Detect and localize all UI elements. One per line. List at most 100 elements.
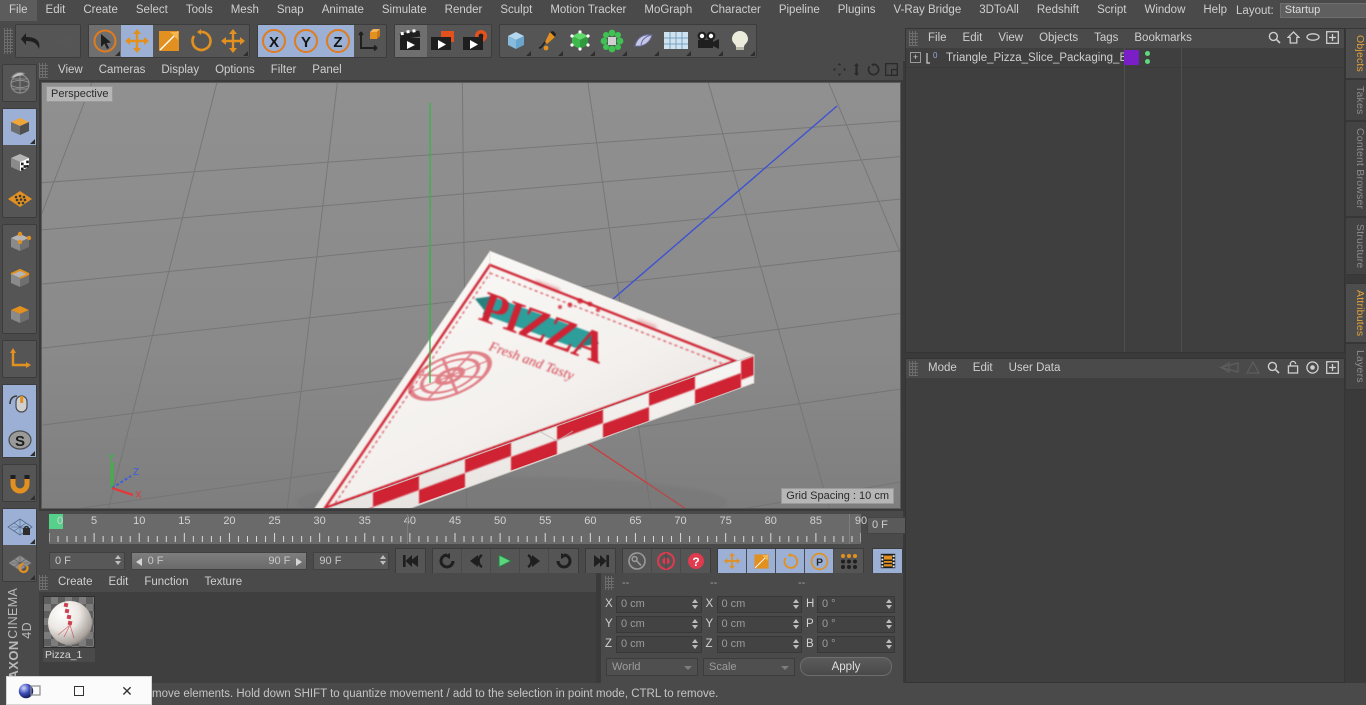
menu-item-mesh[interactable]: Mesh <box>222 0 268 21</box>
menu-item-simulate[interactable]: Simulate <box>373 0 436 21</box>
timeline-ruler[interactable]: 0 5 10 15 20 25 30 35 40 45 50 55 60 65 70 75 80 85 90 <box>49 514 867 544</box>
restore-icon[interactable] <box>55 676 103 705</box>
material-manager-grip[interactable] <box>39 575 48 590</box>
points-mode-button[interactable] <box>3 225 36 261</box>
object-menu-bookmarks[interactable]: Bookmarks <box>1126 29 1200 48</box>
polygons-mode-button[interactable] <box>3 297 36 333</box>
material-menu-edit[interactable]: Edit <box>101 573 137 592</box>
undo-button[interactable] <box>16 25 48 57</box>
spinner-icon[interactable] <box>692 598 699 610</box>
snap-settings-button[interactable]: S <box>3 421 36 457</box>
object-menu-objects[interactable]: Objects <box>1031 29 1086 48</box>
tool-options-corner[interactable] <box>558 51 563 56</box>
play-backwards-loop-button[interactable] <box>433 549 463 573</box>
pan-icon[interactable] <box>833 62 846 79</box>
coord-input-size-x[interactable]: 0 cm <box>716 595 802 613</box>
add-camera-button[interactable] <box>692 25 724 57</box>
autokeying-button[interactable] <box>623 549 653 573</box>
visibility-dots-icon[interactable] <box>1145 51 1150 64</box>
spinner-icon[interactable] <box>885 638 892 650</box>
coord-input-rot-h[interactable]: 0 ° <box>817 595 895 613</box>
close-icon[interactable]: ✕ <box>103 676 151 705</box>
go-to-end-button[interactable] <box>586 549 616 573</box>
material-menu-create[interactable]: Create <box>50 573 101 592</box>
tool-options-corner[interactable] <box>30 539 35 544</box>
material-preview[interactable] <box>43 596 95 648</box>
menu-item-help[interactable]: Help <box>1194 0 1236 21</box>
lock-z-button[interactable]: Z <box>322 25 354 57</box>
app-orb-icon[interactable] <box>7 676 55 705</box>
add-light-button[interactable] <box>724 25 756 57</box>
menu-item-create[interactable]: Create <box>74 0 127 21</box>
coord-input-size-y[interactable]: 0 cm <box>716 615 802 633</box>
menu-item-window[interactable]: Window <box>1135 0 1194 21</box>
viewport-grip[interactable] <box>39 63 48 78</box>
record-scale-button[interactable] <box>747 549 777 573</box>
magnet-button[interactable] <box>3 465 36 501</box>
viewport-menu-filter[interactable]: Filter <box>263 61 305 80</box>
attributes-menu-edit[interactable]: Edit <box>965 359 1001 378</box>
object-menu-file[interactable]: File <box>920 29 955 48</box>
tab-attributes[interactable]: Attributes <box>1345 283 1366 344</box>
timeline-view-button[interactable] <box>873 549 903 573</box>
play-button[interactable] <box>491 549 521 573</box>
spinner-icon[interactable] <box>692 638 699 650</box>
polygon-grid-button[interactable] <box>3 181 36 217</box>
tool-options-corner[interactable] <box>30 139 35 144</box>
spinner-icon[interactable] <box>115 555 122 566</box>
object-menu-view[interactable]: View <box>990 29 1031 48</box>
tool-options-corner[interactable] <box>30 495 35 500</box>
tab-objects[interactable]: Objects <box>1345 28 1366 79</box>
menu-item-sculpt[interactable]: Sculpt <box>491 0 541 21</box>
plus-box-icon[interactable] <box>1326 30 1339 47</box>
spinner-icon[interactable] <box>792 618 799 630</box>
spinner-icon[interactable] <box>792 638 799 650</box>
material-menu-function[interactable]: Function <box>136 573 196 592</box>
add-cube-button[interactable] <box>500 25 532 57</box>
tab-layers[interactable]: Layers <box>1345 343 1366 391</box>
tool-options-corner[interactable] <box>622 51 627 56</box>
attributes-manager-grip[interactable] <box>909 361 918 376</box>
menu-item-select[interactable]: Select <box>127 0 177 21</box>
world-object-coordinates-button[interactable] <box>354 25 386 57</box>
menu-item-tools[interactable]: Tools <box>177 0 222 21</box>
end-frame-input[interactable]: 90 F <box>313 552 390 570</box>
record-active-objects-button[interactable] <box>652 549 682 573</box>
render-to-picture-viewer-button[interactable] <box>427 25 459 57</box>
object-manager-grip[interactable] <box>909 31 918 46</box>
axis-mode-button[interactable] <box>3 341 36 377</box>
object-menu-tags[interactable]: Tags <box>1086 29 1126 48</box>
tool-options-corner[interactable] <box>30 575 35 580</box>
home-icon[interactable] <box>1286 30 1301 47</box>
maximize-icon[interactable] <box>884 62 899 79</box>
render-settings-button[interactable] <box>459 25 491 57</box>
history-forward-icon[interactable] <box>1245 360 1261 377</box>
overlay-mini-window[interactable]: ✕ <box>6 676 152 705</box>
range-left-arrow-icon[interactable] <box>135 558 142 566</box>
viewport-menu-options[interactable]: Options <box>207 61 263 80</box>
viewport-menu-view[interactable]: View <box>50 61 91 80</box>
spinner-icon[interactable] <box>379 555 386 566</box>
apply-button[interactable]: Apply <box>800 657 892 676</box>
coord-input-pos-x[interactable]: 0 cm <box>616 595 702 613</box>
lock-workplane-button[interactable] <box>3 509 36 545</box>
tool-options-corner[interactable] <box>654 51 659 56</box>
material-item[interactable]: Pizza_1 <box>43 596 95 662</box>
dolly-icon[interactable] <box>851 62 862 79</box>
range-right-arrow-icon[interactable] <box>296 558 303 566</box>
history-back-icon[interactable] <box>1217 361 1239 377</box>
search-icon[interactable] <box>1267 361 1280 377</box>
plus-box-icon[interactable] <box>1326 360 1339 377</box>
spinner-icon[interactable] <box>885 618 892 630</box>
menu-item-render[interactable]: Render <box>436 0 492 21</box>
coord-input-rot-b[interactable]: 0 ° <box>817 635 895 653</box>
record-position-button[interactable] <box>718 549 748 573</box>
menu-item-animate[interactable]: Animate <box>313 0 373 21</box>
menu-item-script[interactable]: Script <box>1088 0 1135 21</box>
menu-item-file[interactable]: File <box>0 0 37 21</box>
coord-input-rot-p[interactable]: 0 ° <box>817 615 895 633</box>
tab-takes[interactable]: Takes <box>1345 79 1366 122</box>
tab-structure[interactable]: Structure <box>1345 216 1366 276</box>
coord-input-pos-y[interactable]: 0 cm <box>616 615 702 633</box>
menu-item-pipeline[interactable]: Pipeline <box>770 0 829 21</box>
